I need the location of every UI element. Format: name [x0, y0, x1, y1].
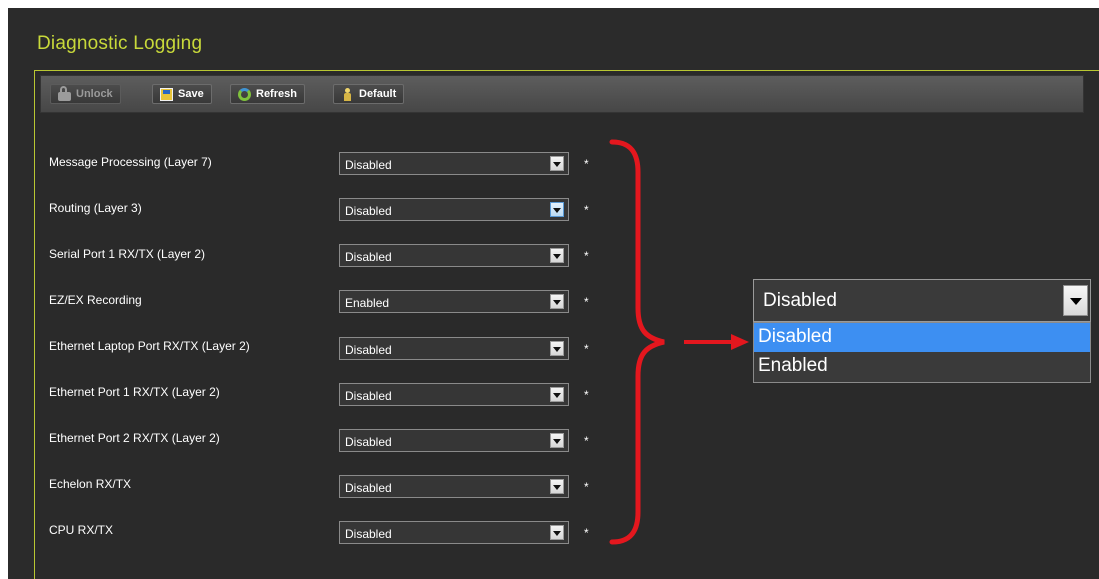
- select-value: Disabled: [345, 481, 392, 495]
- dropdown-arrow-icon: [550, 387, 564, 402]
- callout-dropdown-list: Disabled Enabled: [753, 322, 1091, 383]
- refresh-icon: [238, 87, 251, 101]
- lock-icon: [58, 85, 71, 101]
- save-icon: [160, 87, 173, 101]
- dropdown-arrow-icon: [550, 525, 564, 540]
- save-button[interactable]: Save: [152, 84, 212, 104]
- default-icon: [341, 87, 354, 101]
- annotation-brace: [609, 139, 749, 545]
- option-disabled[interactable]: Disabled: [754, 323, 1090, 352]
- callout-select[interactable]: Disabled: [753, 279, 1091, 322]
- option-enabled[interactable]: Enabled: [754, 352, 1090, 381]
- select-value: Enabled: [345, 296, 390, 310]
- unlock-button[interactable]: Unlock: [50, 84, 121, 104]
- required-marker: *: [584, 526, 589, 540]
- toolbar: Unlock Save Refresh Default: [40, 75, 1084, 113]
- setting-label-ethernet-port-1: Ethernet Port 1 RX/TX (Layer 2): [49, 385, 220, 399]
- setting-label-cpu: CPU RX/TX: [49, 523, 114, 537]
- select-value: Disabled: [345, 435, 392, 449]
- required-marker: *: [584, 157, 589, 171]
- setting-label-ethernet-laptop-port: Ethernet Laptop Port RX/TX (Layer 2): [49, 339, 250, 353]
- dropdown-arrow-icon: [550, 294, 564, 309]
- dropdown-arrow-icon: [550, 202, 564, 217]
- required-marker: *: [584, 434, 589, 448]
- select-value: Disabled: [345, 204, 392, 218]
- required-marker: *: [584, 203, 589, 217]
- setting-select-cpu[interactable]: Disabled: [339, 521, 569, 544]
- setting-label-ethernet-port-2: Ethernet Port 2 RX/TX (Layer 2): [49, 431, 220, 445]
- brace-path: [609, 139, 665, 545]
- setting-label-routing: Routing (Layer 3): [49, 201, 142, 215]
- unlock-label: Unlock: [76, 88, 113, 100]
- dropdown-arrow-icon: [1063, 285, 1088, 316]
- select-value: Disabled: [345, 389, 392, 403]
- refresh-label: Refresh: [256, 88, 297, 100]
- required-marker: *: [584, 342, 589, 356]
- required-marker: *: [584, 295, 589, 309]
- setting-label-echelon: Echelon RX/TX: [49, 477, 132, 491]
- setting-select-ethernet-laptop-port[interactable]: Disabled: [339, 337, 569, 360]
- callout-select-value: Disabled: [763, 290, 837, 311]
- dropdown-arrow-icon: [550, 156, 564, 171]
- select-value: Disabled: [345, 158, 392, 172]
- arrow-head-icon: [731, 334, 749, 350]
- setting-select-ez-ex-recording[interactable]: Enabled: [339, 290, 569, 313]
- required-marker: *: [584, 388, 589, 402]
- setting-select-ethernet-port-1[interactable]: Disabled: [339, 383, 569, 406]
- save-label: Save: [178, 88, 204, 100]
- dropdown-arrow-icon: [550, 341, 564, 356]
- setting-select-echelon[interactable]: Disabled: [339, 475, 569, 498]
- required-marker: *: [584, 249, 589, 263]
- setting-select-serial-port-1[interactable]: Disabled: [339, 244, 569, 267]
- refresh-button[interactable]: Refresh: [230, 84, 305, 104]
- default-button[interactable]: Default: [333, 84, 405, 104]
- setting-select-ethernet-port-2[interactable]: Disabled: [339, 429, 569, 452]
- dropdown-arrow-icon: [550, 479, 564, 494]
- select-value: Disabled: [345, 250, 392, 264]
- setting-label-serial-port-1: Serial Port 1 RX/TX (Layer 2): [49, 247, 206, 261]
- page-title: Diagnostic Logging: [37, 33, 203, 54]
- dropdown-arrow-icon: [550, 433, 564, 448]
- select-value: Disabled: [345, 527, 392, 541]
- select-value: Disabled: [345, 343, 392, 357]
- required-marker: *: [584, 480, 589, 494]
- setting-label-message-processing: Message Processing (Layer 7): [49, 155, 212, 169]
- default-label: Default: [359, 88, 397, 100]
- setting-select-message-processing[interactable]: Disabled: [339, 152, 569, 175]
- setting-label-ez-ex-recording: EZ/EX Recording: [49, 293, 142, 307]
- dropdown-arrow-icon: [550, 248, 564, 263]
- setting-select-routing[interactable]: Disabled: [339, 198, 569, 221]
